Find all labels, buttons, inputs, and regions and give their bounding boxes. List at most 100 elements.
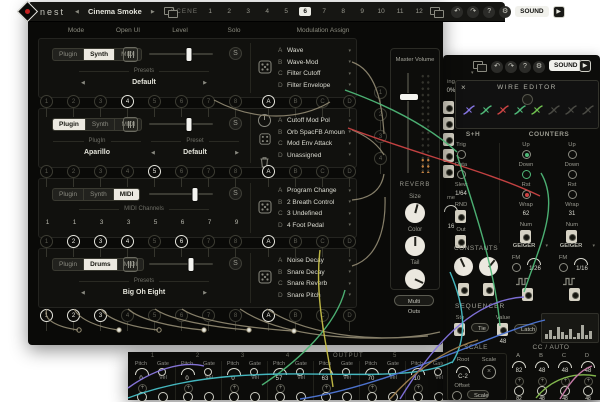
prev-preset-button[interactable]: ◀ — [71, 9, 83, 15]
sound-button[interactable]: SOUND — [515, 6, 549, 17]
patch-port[interactable]: 4 — [121, 235, 134, 257]
chevron-down-icon[interactable]: ▾ — [545, 243, 548, 249]
up-jack[interactable] — [568, 150, 577, 159]
geiger-out-jack[interactable] — [569, 288, 580, 301]
mod-port[interactable]: A — [262, 165, 275, 187]
wire-icon[interactable] — [564, 103, 578, 117]
undo-button[interactable]: ↶ — [451, 5, 464, 18]
scene-button[interactable]: 3 — [242, 7, 254, 16]
mod-port[interactable]: A — [262, 95, 275, 117]
pitch-knob[interactable] — [273, 368, 287, 375]
mod-assign-row[interactable]: A Noise Decay ▾ — [278, 255, 351, 267]
mod-assign-row[interactable]: A Wave ▾ — [278, 45, 351, 57]
redo-button[interactable]: ↷ — [505, 61, 517, 73]
mode-button[interactable]: Plugin — [52, 118, 85, 131]
scale-button[interactable]: Scale — [467, 390, 489, 399]
pitch-knob[interactable] — [135, 368, 149, 375]
midi-channel-value[interactable]: 1 — [41, 219, 54, 226]
mode-button[interactable]: Plugin — [52, 188, 84, 201]
mod-port[interactable]: A — [262, 309, 275, 331]
copy-scene-icon[interactable] — [473, 61, 487, 72]
global-preset-name[interactable]: Cinema Smoke — [83, 7, 147, 16]
mod-port[interactable]: B — [289, 95, 302, 117]
down-jack[interactable] — [568, 170, 577, 179]
mod-port[interactable]: D — [343, 235, 356, 257]
plugin-name[interactable]: Aparillo — [53, 149, 141, 156]
scene-button[interactable]: 4 — [261, 7, 273, 16]
cc-knob[interactable] — [558, 361, 572, 368]
wrap-value[interactable]: 62 — [523, 211, 530, 217]
pitch-knob[interactable] — [181, 368, 195, 375]
patch-port[interactable]: 6 — [175, 95, 188, 117]
scene-button[interactable]: 5 — [280, 7, 292, 16]
pitch-knob[interactable] — [411, 368, 425, 375]
redo-button[interactable]: ↷ — [467, 5, 480, 18]
patch-port[interactable]: 1 — [40, 165, 53, 187]
patch-port[interactable]: 3 — [94, 309, 107, 331]
scene-button[interactable]: 8 — [337, 7, 349, 16]
mod-assign-row[interactable]: D Snare Pitch ▾ — [278, 290, 351, 302]
up-jack[interactable] — [522, 150, 531, 159]
vel-out-jack[interactable] — [342, 392, 352, 402]
mod-port[interactable]: D — [343, 309, 356, 331]
chevron-down-icon[interactable]: ▾ — [471, 70, 474, 76]
patch-port[interactable]: 8 — [229, 235, 242, 257]
mod-port[interactable]: D — [343, 165, 356, 187]
mod-assign-row[interactable]: A Cutoff Mod Pol ▾ — [278, 115, 351, 127]
vel-out-jack[interactable] — [158, 392, 168, 402]
pitch-knob[interactable] — [365, 368, 379, 375]
midi-channel-value[interactable]: 3 — [122, 219, 135, 226]
patch-port[interactable]: 2 — [67, 165, 80, 187]
mod-assign-row[interactable]: B Snare Decay ▾ — [278, 267, 351, 279]
patch-port[interactable]: 7 — [202, 95, 215, 117]
vel-out-jack[interactable] — [204, 392, 214, 402]
patch-port[interactable]: 8 — [229, 165, 242, 187]
patch-port[interactable]: 8 — [229, 309, 242, 331]
patch-port[interactable]: 1 — [40, 235, 53, 257]
patch-port[interactable]: 6 — [175, 165, 188, 187]
wire-icon[interactable] — [581, 103, 595, 117]
next-preset-button[interactable]: ▶ — [203, 290, 207, 296]
open-ui-icon[interactable] — [123, 117, 138, 132]
solo-button[interactable]: S — [229, 117, 242, 130]
play-button[interactable]: ▶ — [552, 5, 565, 18]
prev-preset-button[interactable]: ◀ — [81, 290, 85, 296]
mod-port[interactable]: B — [289, 235, 302, 257]
plus-icon[interactable]: + — [515, 377, 524, 386]
cc-jack[interactable] — [514, 386, 524, 396]
next-preset-button[interactable]: ▶ — [203, 80, 207, 86]
midi-channel-value[interactable]: 5 — [149, 219, 162, 226]
next-preset-button[interactable]: ▶ — [147, 9, 159, 15]
mod-jack[interactable] — [443, 133, 454, 146]
constant-knob-1[interactable] — [454, 257, 473, 276]
cc-jack[interactable] — [560, 386, 570, 396]
wrap-value[interactable]: 31 — [569, 211, 576, 217]
pitch-knob[interactable] — [227, 368, 241, 375]
patch-port[interactable]: 2 — [67, 95, 80, 117]
mod-assign-row[interactable]: C Filter Cutoff ▾ — [278, 68, 351, 80]
mod-port[interactable]: C — [316, 165, 329, 187]
geiger-out-jack[interactable] — [522, 288, 533, 301]
cc-jack[interactable] — [583, 386, 593, 396]
fm-jack[interactable] — [559, 263, 568, 272]
multi-outs-button[interactable]: Multi Outs — [394, 295, 434, 315]
rate-value[interactable]: 1/26 — [529, 266, 541, 272]
scale-select-icon[interactable]: × — [482, 365, 496, 379]
undo-button[interactable]: ↶ — [491, 61, 503, 73]
mod-assign-row[interactable]: C Mod Env Attack ▾ — [278, 138, 351, 150]
patch-port[interactable]: 3 — [94, 95, 107, 117]
scene-button[interactable]: 10 — [375, 7, 387, 16]
size-knob[interactable] — [405, 203, 425, 223]
patch-port[interactable]: 3 — [94, 165, 107, 187]
mod-port[interactable]: C — [316, 235, 329, 257]
down-jack[interactable] — [522, 170, 531, 179]
slew-value[interactable]: 1/64 — [455, 191, 467, 197]
wire-icon[interactable] — [496, 103, 510, 117]
mode-button[interactable]: Drums — [83, 258, 117, 271]
midi-channel-value[interactable]: 1 — [68, 219, 81, 226]
patch-port[interactable]: 6 — [175, 235, 188, 257]
root-knob[interactable] — [456, 366, 470, 373]
midi-channel-value[interactable]: 7 — [203, 219, 216, 226]
patch-port[interactable]: 1 — [40, 95, 53, 117]
open-ui-icon[interactable] — [123, 257, 138, 272]
